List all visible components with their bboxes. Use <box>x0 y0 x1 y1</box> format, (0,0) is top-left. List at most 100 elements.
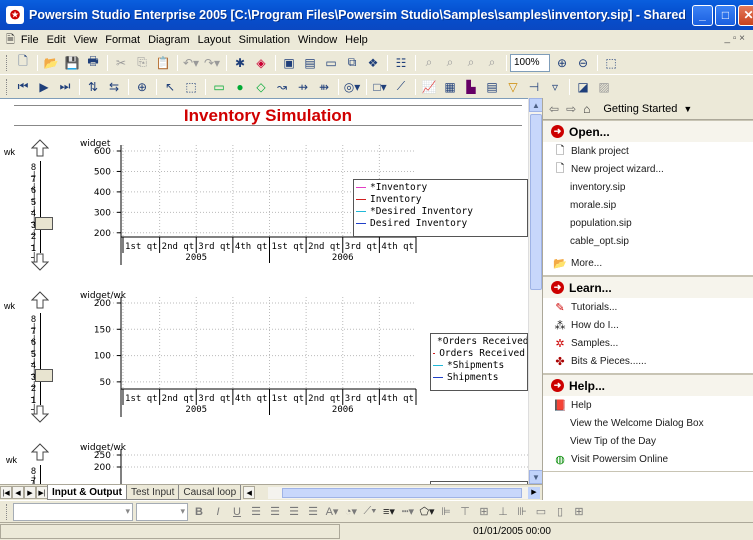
justify-icon[interactable]: ☰ <box>305 505 321 518</box>
find-icon[interactable]: ⌕ <box>419 53 439 73</box>
line-color-icon[interactable]: ⟋▾ <box>362 505 378 518</box>
snapshot-icon[interactable]: ◎▾ <box>342 77 362 97</box>
table-view-icon[interactable]: ▤ <box>300 53 320 73</box>
section-header[interactable]: ➜ Learn... <box>543 276 753 298</box>
first-tab-icon[interactable]: |◀ <box>0 486 12 499</box>
replace-icon[interactable]: ⌕ <box>482 53 502 73</box>
reset-icon[interactable]: ⇆ <box>104 77 124 97</box>
shipments-time-graph[interactable]: widget/wk250200 <box>70 441 528 484</box>
scroll-thumb[interactable] <box>530 114 542 290</box>
align-left-icon[interactable]: ☰ <box>248 505 264 518</box>
level-icon[interactable]: ▭ <box>209 77 229 97</box>
flow-with-rate-icon[interactable]: ⇻ <box>314 77 334 97</box>
menu-diagram[interactable]: Diagram <box>148 34 196 46</box>
variables-icon[interactable]: ❖ <box>363 53 383 73</box>
underline-icon[interactable]: U <box>229 506 245 518</box>
properties-icon[interactable]: ☷ <box>391 53 411 73</box>
recent-file[interactable]: population.sip <box>543 214 753 232</box>
shape-style-icon[interactable]: ⬠▾ <box>419 505 435 518</box>
step-icon[interactable]: ⏭ <box>55 77 75 97</box>
prev-tab-icon[interactable]: ◀ <box>12 486 24 499</box>
align-bottom-icon[interactable]: ⊥ <box>495 505 511 518</box>
print-icon[interactable]: 🖶 <box>83 53 103 73</box>
time-graph-icon[interactable]: 📈 <box>419 77 439 97</box>
menu-window[interactable]: Window <box>298 34 343 46</box>
save-icon[interactable]: 💾 <box>62 53 82 73</box>
arrow-down-icon[interactable] <box>31 253 49 271</box>
menu-layout[interactable]: Layout <box>198 34 237 46</box>
next-tab-icon[interactable]: ▶ <box>24 486 36 499</box>
zoom-out-icon[interactable]: ⊖ <box>573 53 593 73</box>
tab-scroll-left-icon[interactable]: ◀ <box>243 486 256 499</box>
tab-input-output[interactable]: Input & Output <box>47 485 127 500</box>
tip-of-day-link[interactable]: View Tip of the Day <box>543 432 753 450</box>
section-header[interactable]: ➜ Help... <box>543 374 753 396</box>
tutorials-link[interactable]: ✎ Tutorials... <box>543 298 753 316</box>
scroll-right-icon[interactable]: ▶ <box>528 487 540 499</box>
open-folder-icon[interactable]: 📂 <box>41 53 61 73</box>
grid-icon[interactable]: ⊞ <box>571 505 587 518</box>
visit-online-link[interactable]: ◍ Visit Powersim Online <box>543 450 753 468</box>
paste-icon[interactable]: 📋 <box>153 53 173 73</box>
minimize-button[interactable]: _ <box>692 4 713 26</box>
scroll-down-icon[interactable]: ▼ <box>529 470 543 484</box>
cut-icon[interactable]: ✂ <box>111 53 131 73</box>
same-width-icon[interactable]: ▯ <box>552 505 568 518</box>
find-prev-icon[interactable]: ⌕ <box>461 53 481 73</box>
how-do-i-link[interactable]: ⁂ How do I... <box>543 316 753 334</box>
play-icon[interactable]: ▶ <box>34 77 54 97</box>
arrow-up-icon[interactable] <box>31 443 49 461</box>
simulation-settings-icon[interactable]: ⇅ <box>83 77 103 97</box>
chart-wizard-icon[interactable]: ◪ <box>573 77 593 97</box>
copy-icon[interactable]: ⎘ <box>132 53 152 73</box>
menu-simulation[interactable]: Simulation <box>239 34 296 46</box>
menu-help[interactable]: Help <box>345 34 374 46</box>
select-area-icon[interactable]: ⬚ <box>181 77 201 97</box>
font-color-icon[interactable]: A▾ <box>324 505 340 518</box>
model-view-icon[interactable]: ▭ <box>321 53 341 73</box>
menu-edit[interactable]: Edit <box>47 34 72 46</box>
bold-icon[interactable]: B <box>191 506 207 518</box>
align-top-icon[interactable]: ⊤ <box>457 505 473 518</box>
inventory-slider[interactable]: wk 8 ┤7 ┤6 ┤5 ┤4 ┤3 ┤2 ┤1 ┤ <box>0 137 60 271</box>
align-objects-icon[interactable]: ⊫ <box>438 505 454 518</box>
line-width-icon[interactable]: ≡▾ <box>381 505 397 518</box>
samples-link[interactable]: ✲ Samples... <box>543 334 753 352</box>
canvas-vertical-scrollbar[interactable]: ▲ ▼ <box>528 98 543 484</box>
zoom-combo[interactable]: 100% <box>510 53 550 72</box>
italic-icon[interactable]: I <box>210 506 226 518</box>
distribute-icon[interactable]: ⊪ <box>514 505 530 518</box>
datasets-icon[interactable]: ⧉ <box>342 53 362 73</box>
rewind-icon[interactable]: ⏮ <box>13 77 33 97</box>
diagram-view-icon[interactable]: ▣ <box>279 53 299 73</box>
home-icon[interactable]: ⌂ <box>583 102 590 116</box>
link-icon[interactable]: ↝ <box>272 77 292 97</box>
forward-arrow-icon[interactable]: ⇨ <box>566 102 576 116</box>
blank-project-link[interactable]: 🗋 Blank project <box>543 142 753 160</box>
recent-file[interactable]: morale.sip <box>543 196 753 214</box>
recent-file[interactable]: cable_opt.sip <box>543 232 753 250</box>
target-icon[interactable]: ⊕ <box>132 77 152 97</box>
help-link[interactable]: 📕 Help <box>543 396 753 414</box>
maximize-button[interactable]: □ <box>715 4 736 26</box>
table-icon[interactable]: ▤ <box>482 77 502 97</box>
zoom-fit-icon[interactable]: ⬚ <box>601 53 621 73</box>
shipments-slider[interactable]: wk 8 ┤7 ┤ <box>0 441 60 484</box>
redo-icon[interactable]: ↷▾ <box>202 53 222 73</box>
close-button[interactable]: ✕ <box>738 4 753 26</box>
fill-color-icon[interactable]: ◔▾ <box>343 505 359 518</box>
time-table-icon[interactable]: ▦ <box>440 77 460 97</box>
powersim-app-icon[interactable]: ✪ <box>6 6 24 24</box>
new-project-wizard-link[interactable]: 🗋 New project wizard... <box>543 160 753 178</box>
more-files-link[interactable]: 📂 More... <box>543 254 753 272</box>
orders-slider[interactable]: wk 8 ┤7 ┤6 ┤5 ┤4 ┤3 ┤2 ┤1 ┤ <box>0 289 60 423</box>
flow-icon[interactable]: ⇸ <box>293 77 313 97</box>
toolbar-grip[interactable] <box>6 78 9 95</box>
undo-icon[interactable]: ↶▾ <box>181 53 201 73</box>
arrow-up-icon[interactable] <box>31 291 49 309</box>
menu-format[interactable]: Format <box>105 34 146 46</box>
auxiliary-icon[interactable]: ● <box>230 77 250 97</box>
slider-icon[interactable]: ⊣ <box>524 77 544 97</box>
section-header[interactable]: ➜ Open... <box>543 120 753 142</box>
tab-test-input[interactable]: Test Input <box>125 485 180 500</box>
